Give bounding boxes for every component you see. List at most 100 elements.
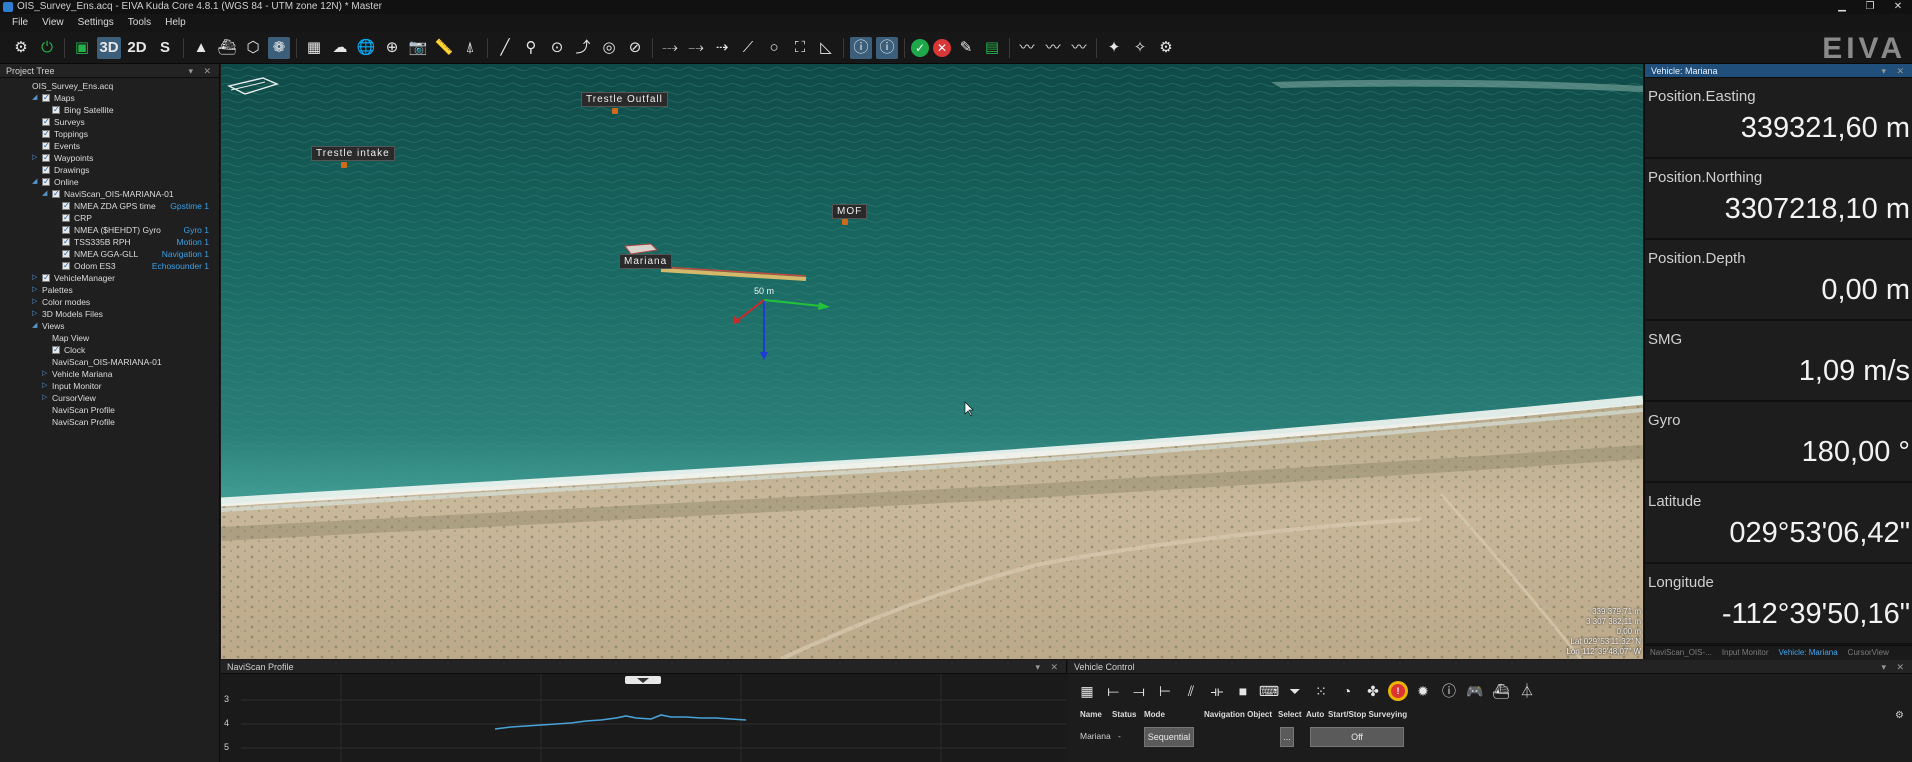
tree-checkbox[interactable] <box>42 176 50 188</box>
reject-icon[interactable]: ✕ <box>933 39 951 57</box>
menu-tools[interactable]: Tools <box>128 14 151 32</box>
circle-tool-icon[interactable]: ○ <box>763 37 785 59</box>
cube-icon[interactable]: ⬡ <box>242 37 264 59</box>
tree-item[interactable]: TSS335B RPH Motion 1 <box>0 236 219 248</box>
minimize-button[interactable]: ▁ <box>1828 0 1856 14</box>
menu-view[interactable]: View <box>42 14 64 32</box>
tree-checkbox[interactable] <box>62 200 70 212</box>
satellite-map[interactable] <box>221 64 1643 659</box>
profile-three-icon[interactable]: 〰 <box>1068 37 1090 59</box>
tree-expand-arrow-icon[interactable]: ◢ <box>32 176 40 188</box>
tree-checkbox[interactable] <box>62 260 70 272</box>
tree-item[interactable]: Events <box>0 140 219 152</box>
label-trestle-outfall[interactable]: Trestle Outfall <box>581 92 668 107</box>
route-icon[interactable]: ⤴ <box>572 37 594 59</box>
tree-expand-arrow-icon[interactable]: ▷ <box>42 380 50 392</box>
tree-checkbox[interactable] <box>52 104 60 116</box>
tree-item[interactable]: NaviScan_OIS-MARIANA-01 <box>0 356 219 368</box>
table-icon[interactable]: ▦ <box>1076 680 1098 702</box>
tree-expand-arrow-icon[interactable]: ◢ <box>42 188 50 200</box>
marker-mof[interactable] <box>842 219 848 225</box>
tree-item[interactable]: Bing Satellite <box>0 104 219 116</box>
tree-item[interactable]: Toppings <box>0 128 219 140</box>
line-tool-icon[interactable]: ╱ <box>494 37 516 59</box>
layers-icon[interactable]: ❁ <box>268 37 290 59</box>
pipette-icon[interactable]: ✎ <box>955 37 977 59</box>
tree-item[interactable]: ▷ Color modes <box>0 296 219 308</box>
close-button[interactable]: ✕ <box>1884 0 1912 14</box>
tree-item[interactable]: ◢ Online <box>0 176 219 188</box>
tree-item[interactable]: Surveys <box>0 116 219 128</box>
marker-trestle-intake[interactable] <box>341 162 347 168</box>
tree-item[interactable]: Odom ES3 Echosounder 1 <box>0 260 219 272</box>
info-icon[interactable]: ⓘ <box>1438 680 1460 702</box>
tree-expand-arrow-icon[interactable]: ◢ <box>32 92 40 104</box>
line-edit-icon[interactable]: ⇢ <box>711 37 733 59</box>
tree-expand-arrow-icon[interactable]: ▷ <box>32 296 40 308</box>
tree-checkbox[interactable] <box>52 344 60 356</box>
ruler-icon[interactable]: 📏 <box>433 37 455 59</box>
coastline-icon[interactable]: ☁ <box>329 37 351 59</box>
online-power-icon[interactable]: ⏻ <box>36 37 58 59</box>
world-icon[interactable]: ⊕ <box>381 37 403 59</box>
menu-help[interactable]: Help <box>165 14 186 32</box>
panel-controls[interactable]: ▾ ✕ <box>1881 660 1908 674</box>
waypoint-add-icon[interactable]: ⊙ <box>546 37 568 59</box>
table-row[interactable]: Mariana - Sequential ... Off <box>1068 726 1912 748</box>
north-arrow-icon[interactable]: ▲ <box>190 37 212 59</box>
tree-checkbox[interactable] <box>42 92 50 104</box>
tree-item[interactable]: Clock <box>0 344 219 356</box>
tree-checkbox[interactable] <box>42 140 50 152</box>
tree-expand-arrow-icon[interactable]: ◢ <box>32 320 40 332</box>
menu-settings[interactable]: Settings <box>78 14 114 32</box>
info-panel-alt-icon[interactable]: ⓘ <box>876 37 898 59</box>
waypoint-icon[interactable]: ⚲ <box>520 37 542 59</box>
line-left-icon[interactable]: ⟝ <box>1102 680 1124 702</box>
tree-item[interactable]: ▷ Input Monitor <box>0 380 219 392</box>
fullscreen-icon[interactable]: ⛶ <box>789 37 811 59</box>
tree-checkbox[interactable] <box>62 248 70 260</box>
tree-item[interactable]: NaviScan Profile <box>0 416 219 428</box>
line-parallel-icon[interactable]: ⫽ <box>1180 680 1202 702</box>
line-offset-icon[interactable]: ⟛ <box>1206 680 1228 702</box>
tree-item[interactable]: ▷ VehicleManager <box>0 272 219 284</box>
tree-item[interactable]: ▷ Waypoints <box>0 152 219 164</box>
fan-icon[interactable]: ✤ <box>1362 680 1384 702</box>
tree-checkbox[interactable] <box>42 152 50 164</box>
view-3d-button[interactable]: 3D <box>97 37 121 59</box>
tree-item[interactable]: ◢ Maps <box>0 92 219 104</box>
tree-item[interactable]: NMEA ZDA GPS time Gpstime 1 <box>0 200 219 212</box>
compass-icon[interactable]: ⍋ <box>459 37 481 59</box>
mode-sequential-button[interactable]: Sequential <box>1144 727 1194 747</box>
tree-expand-arrow-icon[interactable]: ▷ <box>32 284 40 296</box>
settings-cog-icon[interactable]: ⚙ <box>1155 37 1177 59</box>
warning-icon[interactable]: ! <box>1388 681 1408 701</box>
profile-two-icon[interactable]: 〰 <box>1042 37 1064 59</box>
stop-icon[interactable]: ■ <box>1232 680 1254 702</box>
tree-item[interactable]: ▷ Vehicle Mariana <box>0 368 219 380</box>
gamepad-icon[interactable]: 🎮 <box>1464 680 1486 702</box>
tree-item[interactable]: NaviScan Profile <box>0 404 219 416</box>
save-icon[interactable]: ▣ <box>71 37 93 59</box>
tree-item[interactable]: ▷ CursorView <box>0 392 219 404</box>
tab-vehicle-mariana[interactable]: Vehicle: Mariana <box>1774 646 1843 659</box>
info-panel-icon[interactable]: ⓘ <box>850 37 872 59</box>
label-trestle-intake[interactable]: Trestle intake <box>311 146 395 161</box>
vessel-small-icon[interactable]: ⛴ <box>1490 680 1512 702</box>
line-add-icon[interactable]: ⤍ <box>685 37 707 59</box>
tree-expand-arrow-icon[interactable]: ▷ <box>32 272 40 284</box>
line-center-icon[interactable]: ⊢ <box>1154 680 1176 702</box>
view-s-button[interactable]: S <box>153 37 177 59</box>
tab-input-monitor[interactable]: Input Monitor <box>1717 646 1774 659</box>
keyboard-icon[interactable]: ⌨ <box>1258 680 1280 702</box>
vehicle-control-gear-icon[interactable]: ⚙ <box>1895 710 1904 721</box>
profile-one-icon[interactable]: 〰 <box>1016 37 1038 59</box>
tree-item[interactable]: ◢ Views <box>0 320 219 332</box>
label-mof[interactable]: MOF <box>832 204 868 219</box>
tree-item[interactable]: NMEA ($HEHDT) Gyro Gyro 1 <box>0 224 219 236</box>
panel-controls[interactable]: ▾ ✕ <box>1881 64 1908 78</box>
tree-checkbox[interactable] <box>42 272 50 284</box>
satellite-alt-icon[interactable]: ✧ <box>1129 37 1151 59</box>
tree-item[interactable]: NMEA GGA-GLL Navigation 1 <box>0 248 219 260</box>
panel-controls[interactable]: ▾ ✕ <box>1035 660 1062 674</box>
